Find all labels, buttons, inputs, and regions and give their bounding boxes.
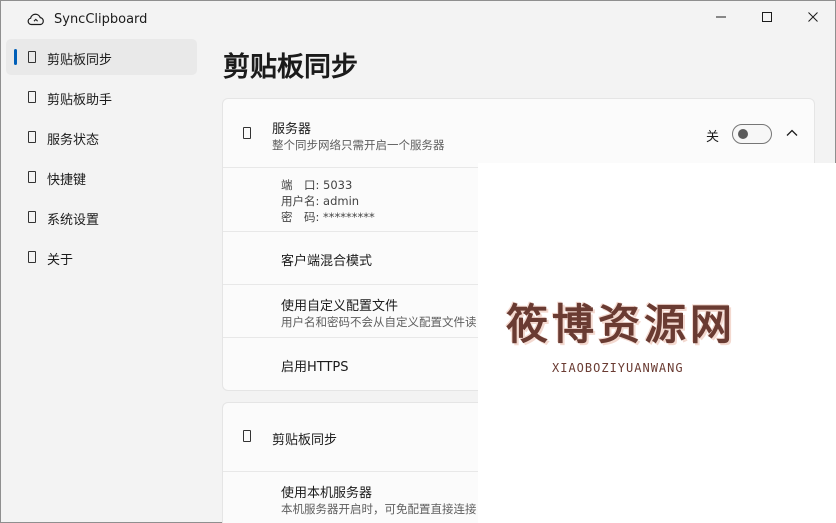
sidebar-item-label: 关于 — [47, 253, 74, 268]
clipboard-sync-icon — [28, 51, 36, 63]
app-title: SyncClipboard — [54, 12, 148, 27]
active-indicator — [14, 49, 17, 65]
chevron-up-icon[interactable] — [785, 126, 799, 140]
sidebar-item-clipboard-assistant[interactable]: 剪贴板助手 — [6, 79, 197, 115]
sidebar-item-service-status[interactable]: 服务状态 — [6, 119, 197, 155]
port-value: 端 口: 5033 — [281, 178, 353, 192]
sidebar-item-label: 系统设置 — [47, 213, 100, 228]
clipboard-sync-card-icon — [243, 430, 251, 442]
sidebar-item-label: 快捷键 — [47, 173, 87, 188]
watermark-overlay: 筱博资源网 XIAOBOZIYUANWANG — [478, 163, 836, 523]
title-bar: SyncClipboard — [1, 1, 835, 37]
close-icon — [808, 12, 818, 22]
password-value: 密 码: ********* — [281, 210, 375, 224]
server-title: 服务器 — [272, 122, 312, 137]
server-toggle[interactable] — [732, 124, 772, 144]
custom-config-subtitle: 用户名和密码不会从自定义配置文件读 — [281, 315, 477, 329]
watermark-text: 筱博资源网 — [506, 300, 737, 349]
app-window: SyncClipboard 剪贴板同步 剪贴板助手 服务状态 快捷键 系统设置 … — [0, 0, 836, 523]
username-value: 用户名: admin — [281, 194, 360, 208]
page-title: 剪贴板同步 — [223, 52, 358, 83]
sidebar-item-label: 剪贴板同步 — [47, 53, 113, 68]
sidebar-item-clipboard-sync[interactable]: 剪贴板同步 — [6, 39, 197, 75]
local-server-title: 使用本机服务器 — [281, 486, 373, 501]
server-subtitle: 整个同步网络只需开启一个服务器 — [272, 138, 445, 152]
https-title: 启用HTTPS — [281, 360, 349, 375]
watermark-subtext: XIAOBOZIYUANWANG — [552, 361, 684, 375]
hotkey-icon — [28, 171, 36, 183]
server-icon — [243, 127, 251, 139]
sidebar-item-label: 剪贴板助手 — [47, 93, 113, 108]
server-header-row[interactable]: 服务器 整个同步网络只需开启一个服务器 关 — [223, 99, 814, 167]
about-icon — [28, 251, 36, 263]
maximize-icon — [762, 12, 772, 22]
sidebar-item-system-settings[interactable]: 系统设置 — [6, 199, 197, 235]
service-status-icon — [28, 131, 36, 143]
minimize-icon — [716, 16, 726, 18]
settings-icon — [28, 211, 36, 223]
clipboard-sync-title: 剪贴板同步 — [272, 433, 338, 448]
sidebar-item-label: 服务状态 — [47, 133, 100, 148]
toggle-knob — [738, 129, 748, 139]
cloud-sync-icon — [27, 13, 44, 26]
server-toggle-label: 关 — [706, 130, 720, 145]
mixed-mode-title: 客户端混合模式 — [281, 254, 373, 269]
local-server-subtitle: 本机服务器开启时，可免配置直接连接 — [281, 502, 477, 516]
minimize-button[interactable] — [698, 1, 744, 33]
close-button[interactable] — [790, 1, 836, 33]
clipboard-assistant-icon — [28, 91, 36, 103]
sidebar-item-about[interactable]: 关于 — [6, 239, 197, 275]
maximize-button[interactable] — [744, 1, 790, 33]
sidebar-item-hotkeys[interactable]: 快捷键 — [6, 159, 197, 195]
custom-config-title: 使用自定义配置文件 — [281, 299, 399, 314]
